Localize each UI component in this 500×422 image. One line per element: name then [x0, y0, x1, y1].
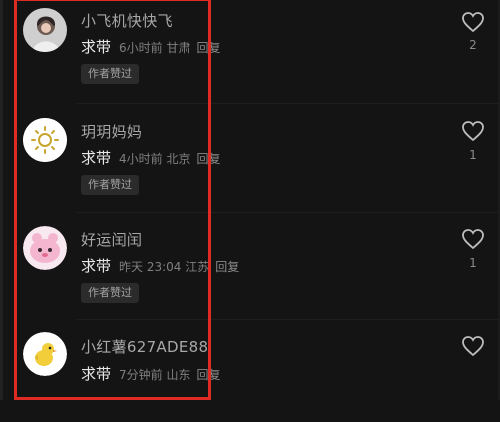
reply-button[interactable]: 回复: [215, 260, 239, 274]
author-liked-badge: 作者赞过: [81, 175, 139, 195]
comment-text: 求带: [81, 365, 112, 383]
comment-time: 4小时前: [119, 152, 163, 166]
username[interactable]: 小飞机快快飞: [81, 10, 173, 31]
comment-meta: 求带 昨天 23:04 江苏 回复: [81, 255, 239, 276]
comment-location: 江苏: [185, 260, 210, 274]
comment-meta: 求带 7分钟前 山东 回复: [81, 363, 221, 384]
reply-button[interactable]: 回复: [197, 368, 221, 382]
reply-button[interactable]: 回复: [197, 152, 221, 166]
comment-time: 6小时前: [119, 41, 163, 55]
username[interactable]: 好运闰闰: [81, 229, 142, 250]
reply-button[interactable]: 回复: [197, 41, 221, 55]
divider: [77, 319, 498, 320]
like-count: 1: [469, 256, 477, 270]
comment-location: 北京: [166, 152, 191, 166]
comment-text: 求带: [81, 38, 112, 56]
author-liked-badge: 作者赞过: [81, 64, 139, 84]
avatar[interactable]: [23, 226, 67, 270]
comment-location: 甘肃: [166, 41, 191, 55]
comment-text: 求带: [81, 149, 112, 167]
comment-location: 山东: [166, 368, 191, 382]
comment-item: 小红薯627ADE88 求带 7分钟前 山东 回复: [3, 322, 498, 422]
divider: [77, 212, 498, 213]
comment-meta: 求带 4小时前 北京 回复: [81, 147, 221, 168]
divider: [77, 103, 498, 104]
comment-list: 小飞机快快飞 求带 6小时前 甘肃 回复 作者赞过 2 玥玥妈妈 求带 4小时前…: [0, 0, 500, 400]
heart-icon[interactable]: [461, 11, 485, 33]
comment-text: 求带: [81, 257, 112, 275]
comment-item: 好运闰闰 求带 昨天 23:04 江苏 回复 作者赞过 1: [3, 214, 498, 314]
username[interactable]: 玥玥妈妈: [81, 121, 142, 142]
username[interactable]: 小红薯627ADE88: [81, 336, 208, 357]
heart-icon[interactable]: [461, 228, 485, 250]
comment-meta: 求带 6小时前 甘肃 回复: [81, 36, 221, 57]
heart-icon[interactable]: [461, 120, 485, 142]
like-count: 2: [469, 38, 477, 52]
comment-time: 昨天 23:04: [119, 260, 182, 274]
heart-icon[interactable]: [461, 335, 485, 357]
comment-time: 7分钟前: [119, 368, 163, 382]
avatar[interactable]: [23, 332, 67, 376]
author-liked-badge: 作者赞过: [81, 283, 139, 303]
comment-item: 玥玥妈妈 求带 4小时前 北京 回复 作者赞过 1: [3, 106, 498, 206]
avatar[interactable]: [23, 118, 67, 162]
comment-item: 小飞机快快飞 求带 6小时前 甘肃 回复 作者赞过 2: [3, 0, 498, 100]
avatar[interactable]: [23, 8, 67, 52]
like-count: 1: [469, 148, 477, 162]
